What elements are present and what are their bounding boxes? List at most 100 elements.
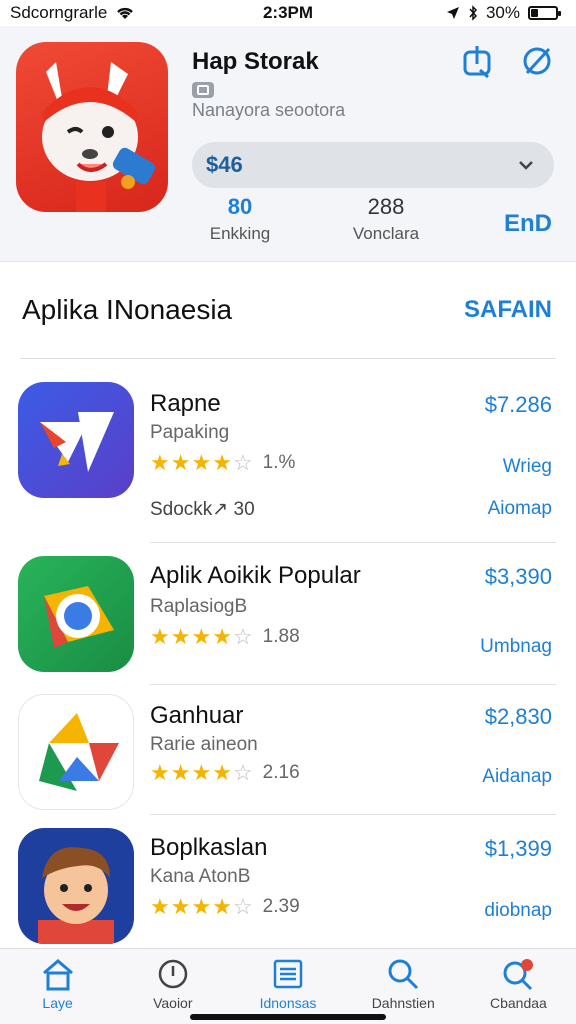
developer-row: Nanayora seootora xyxy=(192,82,345,121)
price-selector[interactable]: $46 xyxy=(192,142,554,188)
app-subtitle: RaplasiogB xyxy=(150,596,248,617)
app-subtitle: Kana AtonB xyxy=(150,866,251,887)
app-action-link[interactable]: Wrieg xyxy=(503,456,552,478)
star-empty-icon: ☆ xyxy=(232,760,253,785)
app-rating: ★ ★ ★ ★ ☆ 2.16 xyxy=(150,762,300,784)
app-title: Hap Storak xyxy=(192,48,319,75)
battery-icon xyxy=(528,6,561,20)
star-icon: ★ xyxy=(212,760,232,785)
section-title: Aplika INonaesia xyxy=(22,294,233,325)
app-action-link[interactable]: diobnap xyxy=(484,900,552,922)
list-item[interactable]: Boplkaslan Kana AtonB ★ ★ ★ ★ ☆ 2.39 $1,399 … xyxy=(0,828,576,948)
see-all-link[interactable]: SAFAIN xyxy=(464,296,552,324)
star-icon: ★ xyxy=(150,894,170,919)
app-rating: ★ ★ ★ ★ ☆ 1.% xyxy=(150,452,295,474)
star-empty-icon: ☆ xyxy=(232,624,253,649)
app-icon[interactable] xyxy=(18,382,134,498)
star-icon: ★ xyxy=(191,624,212,649)
location-arrow-icon xyxy=(446,7,459,19)
wifi-icon xyxy=(117,7,134,19)
star-empty-icon: ☆ xyxy=(232,894,253,919)
clock-icon xyxy=(158,959,188,989)
star-icon: ★ xyxy=(191,760,212,785)
star-icon: ★ xyxy=(191,450,212,475)
list-item[interactable]: Rapne Papaking ★ ★ ★ ★ ☆ 1.% Sdockk↗ 30 $7.2… xyxy=(0,382,576,544)
app-name: Aplik Aoikik Popular xyxy=(150,562,361,589)
list-icon xyxy=(273,959,303,989)
developer-badge-icon xyxy=(192,82,214,98)
battery-percent: 30% xyxy=(485,3,520,22)
app-action-link[interactable]: Aidanap xyxy=(482,766,552,788)
app-price: $1,399 xyxy=(484,836,552,861)
section-divider xyxy=(20,358,556,359)
star-icon: ★ xyxy=(212,450,232,475)
list-item[interactable]: Aplik Aoikik Popular RaplasiogB ★ ★ ★ ★ ☆ 1.… xyxy=(0,556,576,686)
star-icon: ★ xyxy=(150,760,170,785)
status-bar: Sdcorngrarle 2:3PM 30% xyxy=(0,0,576,26)
tab-home[interactable]: Laye xyxy=(0,949,115,1024)
star-icon: ★ xyxy=(212,624,232,649)
stat-downloads: 288 Vonclara xyxy=(344,194,428,244)
app-icon[interactable] xyxy=(18,556,134,672)
tab-updates[interactable]: Cbandaa xyxy=(461,949,576,1024)
app-icon[interactable] xyxy=(18,694,134,810)
stat-value: 80 xyxy=(227,194,253,219)
row-divider xyxy=(150,542,556,543)
app-rating: ★ ★ ★ ★ ☆ 2.39 xyxy=(150,896,300,918)
tab-label: Cbandaa xyxy=(490,995,547,1011)
tab-recent[interactable]: Vaoior xyxy=(115,949,230,1024)
app-action-link[interactable]: Aiomap xyxy=(488,498,552,520)
tab-search[interactable]: Dahnstien xyxy=(346,949,461,1024)
chevron-down-icon xyxy=(519,161,533,170)
rating-text: 1.88 xyxy=(262,626,300,647)
rating-text: 1.% xyxy=(262,452,296,473)
app-icon[interactable] xyxy=(16,42,168,212)
tab-label: Idnonsas xyxy=(259,995,317,1011)
app-name: Rapne xyxy=(150,390,221,417)
home-icon xyxy=(42,959,73,991)
search-icon xyxy=(388,959,419,990)
get-button[interactable]: EnD xyxy=(504,210,552,238)
app-extra-info: Sdockk↗ 30 xyxy=(150,499,255,520)
bluetooth-icon xyxy=(469,5,477,21)
star-icon: ★ xyxy=(170,624,191,649)
app-action-link[interactable]: Umbnag xyxy=(480,636,552,658)
tab-list[interactable]: Idnonsas xyxy=(230,949,345,1024)
app-rating: ★ ★ ★ ★ ☆ 1.88 xyxy=(150,626,300,648)
star-empty-icon: ☆ xyxy=(232,450,253,475)
share-icon xyxy=(463,46,491,78)
carrier-label: Sdcorngrarle xyxy=(10,3,108,22)
tab-label: Dahnstien xyxy=(371,995,435,1011)
home-indicator xyxy=(190,1014,386,1020)
stat-value: 288 xyxy=(367,194,405,219)
list-item[interactable]: Ganhuar Rarie aineon ★ ★ ★ ★ ☆ 2.16 $2,830 A… xyxy=(0,694,576,816)
app-subtitle: Rarie aineon xyxy=(150,734,258,755)
star-logo-icon xyxy=(39,713,119,791)
battery-fill xyxy=(531,9,539,17)
no-entry-icon xyxy=(523,47,551,75)
star-rating: ★ ★ ★ ★ ☆ xyxy=(150,896,253,918)
app-name: Ganhuar xyxy=(150,702,244,729)
tab-label: Vaoior xyxy=(153,995,193,1011)
star-icon: ★ xyxy=(170,894,191,919)
app-price: $7.286 xyxy=(484,392,552,417)
arrow-logo-icon xyxy=(40,412,114,472)
search-badge-icon xyxy=(503,959,534,991)
status-right: 30% xyxy=(446,3,561,23)
rating-text: 2.39 xyxy=(262,896,300,917)
status-left: Sdcorngrarle xyxy=(10,3,135,23)
tab-label: Laye xyxy=(42,995,73,1011)
block-button[interactable] xyxy=(520,44,554,78)
app-header: Hap Storak Nanayora seootora $46 80 Enkk… xyxy=(0,26,576,262)
star-icon: ★ xyxy=(150,624,170,649)
app-name: Boplkaslan xyxy=(150,834,268,861)
star-rating: ★ ★ ★ ★ ☆ xyxy=(150,762,253,784)
star-rating: ★ ★ ★ ★ ☆ xyxy=(150,452,253,474)
share-button[interactable] xyxy=(460,44,494,78)
star-rating: ★ ★ ★ ★ ☆ xyxy=(150,626,253,648)
price-value: $46 xyxy=(206,152,243,177)
app-icon[interactable] xyxy=(18,828,134,944)
app-price: $3,390 xyxy=(484,564,552,589)
developer-name[interactable]: Nanayora seootora xyxy=(192,100,345,121)
avatar-logo-icon xyxy=(38,847,114,944)
